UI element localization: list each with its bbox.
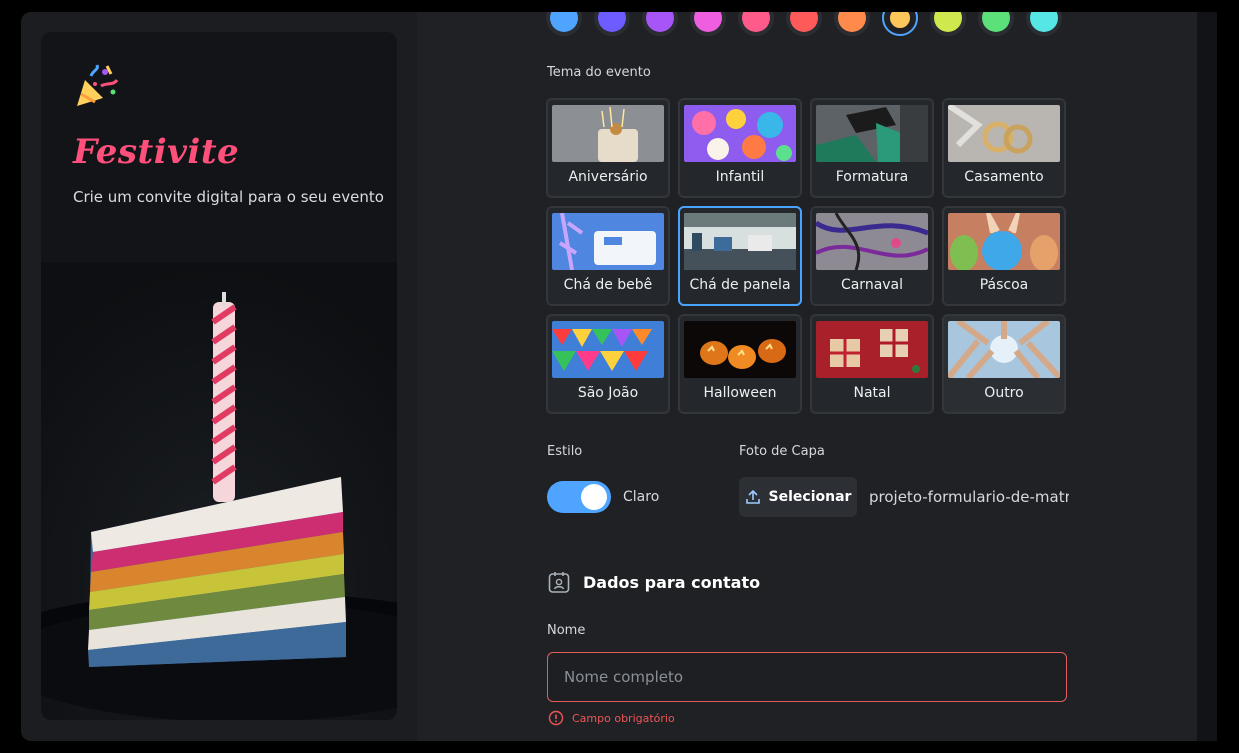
theme-name: Carnaval — [840, 277, 904, 293]
color-dot — [982, 12, 1010, 32]
theme-card-sao-joao[interactable]: São João — [546, 314, 670, 414]
cake-illustration — [41, 262, 397, 720]
color-swatch[interactable] — [690, 12, 726, 36]
color-palette — [546, 12, 1062, 40]
theme-image-aniversario — [552, 105, 664, 162]
theme-name: Outro — [984, 385, 1024, 401]
theme-name: São João — [577, 385, 639, 401]
theme-name: Natal — [853, 385, 891, 401]
theme-image-casamento — [948, 105, 1060, 162]
color-dot — [934, 12, 962, 32]
color-swatch[interactable] — [882, 12, 918, 36]
color-dot — [694, 12, 722, 32]
style-toggle-label: Claro — [623, 489, 660, 505]
theme-card-aniversario[interactable]: Aniversário — [546, 98, 670, 198]
alert-circle-icon — [548, 710, 564, 726]
app-frame: Festivite Crie um convite digital para o… — [21, 12, 1217, 741]
cover-label: Foto de Capa — [739, 444, 825, 459]
name-label: Nome — [547, 623, 586, 638]
theme-card-natal[interactable]: Natal — [810, 314, 934, 414]
color-dot — [790, 12, 818, 32]
color-swatch[interactable] — [786, 12, 822, 36]
theme-name: Chá de bebê — [563, 277, 653, 293]
cover-file-name: projeto-formulario-de-matri — [869, 488, 1069, 506]
style-label: Estilo — [547, 444, 583, 459]
theme-card-casamento[interactable]: Casamento — [942, 98, 1066, 198]
theme-card-cha-de-bebe[interactable]: Chá de bebê — [546, 206, 670, 306]
theme-grid: Aniversário Infantil Formatura Casamento — [546, 98, 1068, 414]
name-input[interactable] — [547, 652, 1067, 702]
color-swatch[interactable] — [1026, 12, 1062, 36]
party-popper-icon — [71, 62, 121, 112]
brand-subtitle: Crie um convite digital para o seu event… — [73, 188, 384, 206]
theme-image-cha-de-bebe — [552, 213, 664, 270]
theme-card-infantil[interactable]: Infantil — [678, 98, 802, 198]
brand-title: Festivite — [73, 132, 240, 172]
color-swatch[interactable] — [978, 12, 1014, 36]
toggle-knob — [581, 484, 607, 510]
color-swatch[interactable] — [834, 12, 870, 36]
scrollbar-track[interactable] — [1197, 12, 1217, 741]
theme-name: Infantil — [715, 169, 765, 185]
theme-image-pascoa — [948, 213, 1060, 270]
theme-image-formatura — [816, 105, 928, 162]
color-dot — [598, 12, 626, 32]
theme-name: Halloween — [703, 385, 777, 401]
color-swatch[interactable] — [642, 12, 678, 36]
theme-card-formatura[interactable]: Formatura — [810, 98, 934, 198]
name-error: Campo obrigatório — [548, 710, 675, 726]
brand-panel: Festivite Crie um convite digital para o… — [41, 32, 397, 720]
theme-name: Formatura — [835, 169, 909, 185]
theme-image-carnaval — [816, 213, 928, 270]
theme-name: Casamento — [964, 169, 1044, 185]
theme-card-pascoa[interactable]: Páscoa — [942, 206, 1066, 306]
color-swatch[interactable] — [930, 12, 966, 36]
color-swatch[interactable] — [738, 12, 774, 36]
theme-name: Chá de panela — [689, 277, 791, 293]
contact-card-icon — [548, 570, 570, 594]
theme-image-infantil — [684, 105, 796, 162]
upload-icon — [745, 489, 760, 504]
select-cover-label: Selecionar — [768, 489, 852, 505]
color-swatch[interactable] — [546, 12, 582, 36]
event-form: Tema do evento Aniversário Infantil Form… — [417, 12, 1217, 741]
color-dot — [887, 12, 913, 31]
theme-image-natal — [816, 321, 928, 378]
theme-image-outro — [948, 321, 1060, 378]
theme-name: Aniversário — [568, 169, 648, 185]
theme-image-cha-de-panela — [684, 213, 796, 270]
theme-card-cha-de-panela[interactable]: Chá de panela — [678, 206, 802, 306]
style-toggle[interactable] — [547, 481, 611, 513]
color-swatch[interactable] — [594, 12, 630, 36]
theme-image-halloween — [684, 321, 796, 378]
theme-label: Tema do evento — [547, 65, 651, 80]
theme-card-halloween[interactable]: Halloween — [678, 314, 802, 414]
theme-image-sao-joao — [552, 321, 664, 378]
name-error-text: Campo obrigatório — [572, 711, 675, 725]
theme-card-carnaval[interactable]: Carnaval — [810, 206, 934, 306]
color-dot — [838, 12, 866, 32]
color-dot — [550, 12, 578, 32]
contact-section-title: Dados para contato — [583, 573, 761, 592]
theme-card-outro[interactable]: Outro — [942, 314, 1066, 414]
theme-name: Páscoa — [979, 277, 1029, 293]
color-dot — [1030, 12, 1058, 32]
color-dot — [646, 12, 674, 32]
select-cover-button[interactable]: Selecionar — [739, 477, 857, 517]
color-dot — [742, 12, 770, 32]
